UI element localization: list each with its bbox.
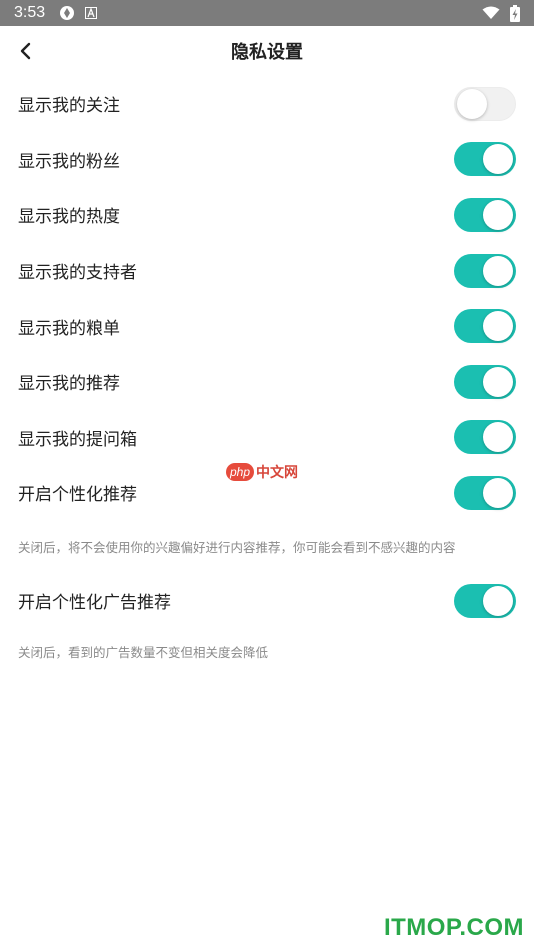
setting-row-fans[interactable]: 显示我的粉丝 xyxy=(18,132,516,188)
setting-row-recommend[interactable]: 显示我的推荐 xyxy=(18,354,516,410)
toggle-switch[interactable] xyxy=(454,253,516,288)
battery-charging-icon xyxy=(510,4,520,22)
setting-row-question-box[interactable]: 显示我的提问箱 xyxy=(18,410,516,466)
toggle-knob xyxy=(483,585,513,616)
toggle-switch[interactable] xyxy=(454,475,516,510)
toggle-switch[interactable] xyxy=(454,86,516,121)
ads-hint: 关闭后，看到的广告数量不变但相关度会降低 xyxy=(18,645,269,661)
wifi-icon xyxy=(482,6,500,20)
toggle-knob xyxy=(483,477,513,508)
setting-label: 开启个性化广告推荐 xyxy=(18,593,171,614)
setting-row-follows[interactable]: 显示我的关注 xyxy=(18,76,516,132)
toggle-switch[interactable] xyxy=(454,364,516,399)
chevron-left-icon xyxy=(20,42,31,60)
toggle-knob xyxy=(483,255,513,286)
toggle-switch[interactable] xyxy=(454,583,516,618)
status-time: 3:53 xyxy=(14,4,46,21)
php-logo-text: 中文网 xyxy=(256,465,299,481)
setting-row-heat[interactable]: 显示我的热度 xyxy=(18,187,516,243)
setting-label: 显示我的关注 xyxy=(18,96,120,117)
setting-label: 开启个性化推荐 xyxy=(18,485,137,506)
nav-bar: 隐私设置 xyxy=(0,26,534,76)
setting-label: 显示我的推荐 xyxy=(18,374,120,395)
toggle-switch[interactable] xyxy=(454,142,516,177)
toggle-knob xyxy=(483,311,513,342)
status-bar: 3:53 xyxy=(0,0,534,26)
toggle-switch[interactable] xyxy=(454,420,516,455)
setting-label: 显示我的粮单 xyxy=(18,318,120,339)
setting-row-personalized-ads[interactable]: 开启个性化广告推荐 xyxy=(18,573,516,629)
toggle-knob xyxy=(483,366,513,397)
site-watermark: ITMOP.COM xyxy=(383,914,524,941)
setting-label: 显示我的提问箱 xyxy=(18,429,137,450)
setting-row-supporters[interactable]: 显示我的支持者 xyxy=(18,243,516,299)
toggle-knob xyxy=(483,199,513,230)
back-button[interactable] xyxy=(12,38,38,64)
personalized-hint: 关闭后，将不会使用你的兴趣偏好进行内容推荐，你可能会看到不感兴趣的内容 xyxy=(18,539,456,555)
toggle-switch[interactable] xyxy=(454,309,516,344)
toggle-switch[interactable] xyxy=(454,197,516,232)
php-logo: php xyxy=(226,463,255,481)
settings-list: 显示我的关注 显示我的粉丝 显示我的热度 显示我的支持者 显示我的粮单 显示我的… xyxy=(0,76,534,662)
setting-row-lists[interactable]: 显示我的粮单 xyxy=(18,298,516,354)
sync-icon xyxy=(59,5,75,21)
setting-label: 显示我的粉丝 xyxy=(18,151,120,172)
toggle-knob xyxy=(483,422,513,453)
php-watermark: php 中文网 xyxy=(226,462,298,482)
page-title: 隐私设置 xyxy=(231,42,303,63)
toggle-knob xyxy=(483,144,513,175)
setting-label: 显示我的热度 xyxy=(18,207,120,228)
toggle-knob xyxy=(457,88,487,119)
a-icon xyxy=(85,7,98,19)
setting-label: 显示我的支持者 xyxy=(18,263,137,284)
